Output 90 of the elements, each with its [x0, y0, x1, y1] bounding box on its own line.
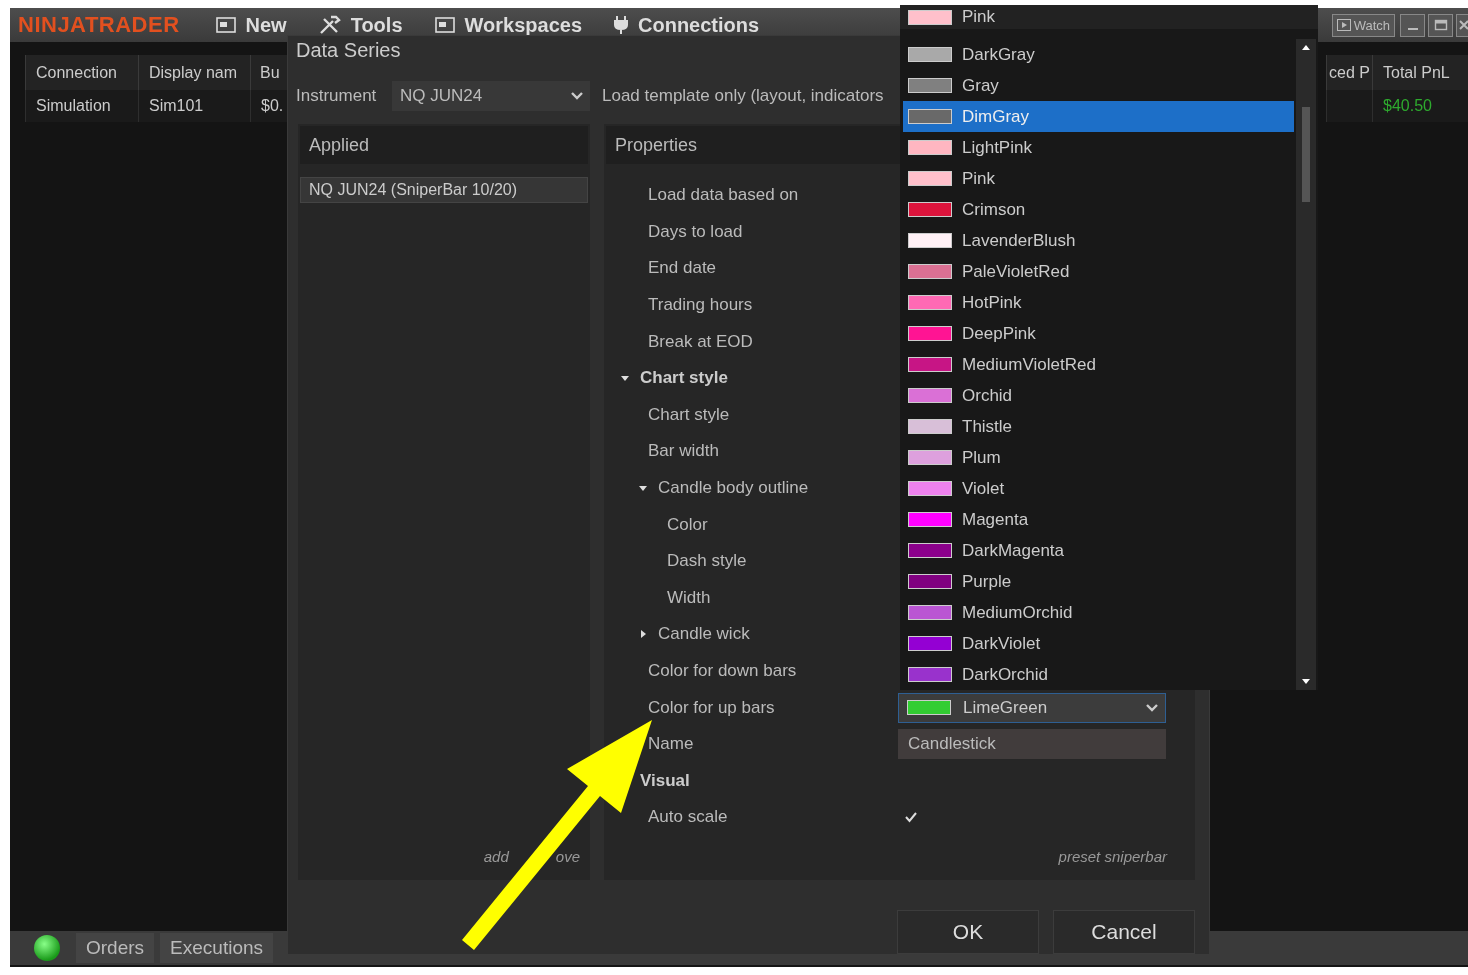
- instrument-label: Instrument: [295, 85, 378, 106]
- scroll-down-icon[interactable]: [1302, 679, 1310, 685]
- color-option[interactable]: DimGray: [903, 101, 1294, 132]
- property-label: Color for up bars: [648, 697, 775, 718]
- column-header[interactable]: Total PnL: [1372, 55, 1468, 90]
- property-label: Bar width: [648, 441, 719, 462]
- chevron-down-icon: [1145, 702, 1159, 713]
- menu-item[interactable]: Connections: [614, 13, 760, 37]
- window-icon: [215, 17, 236, 33]
- bottom-tab[interactable]: Orders: [76, 933, 155, 963]
- table-cell: [1326, 90, 1372, 122]
- column-header[interactable]: ced P: [1326, 55, 1372, 90]
- color-option[interactable]: MediumOrchid: [903, 597, 1294, 628]
- preset-label: preset sniperbar: [1058, 848, 1167, 867]
- plug-icon: [614, 15, 628, 35]
- column-header[interactable]: Connection: [25, 55, 138, 90]
- color-option[interactable]: DarkOrchid: [903, 659, 1294, 690]
- data-series-item[interactable]: NQ JUN24 (SniperBar 10/20): [300, 176, 588, 203]
- color-option[interactable]: Pink: [900, 5, 1318, 29]
- property-label: Break at EOD: [648, 331, 753, 352]
- panel-header: Applied: [300, 125, 588, 164]
- property-label: Candle body outline: [658, 477, 809, 498]
- column-header[interactable]: Bu: [250, 55, 287, 90]
- color-option[interactable]: Gray: [903, 70, 1294, 101]
- cancel-button[interactable]: Cancel: [1053, 910, 1195, 954]
- table-cell: Sim101: [138, 90, 250, 122]
- instrument-dropdown[interactable]: NQ JUN24: [392, 80, 590, 111]
- property-label: Auto scale: [648, 807, 728, 828]
- minimize-button[interactable]: [1400, 13, 1425, 37]
- app-logo: NINJATRADER: [18, 12, 180, 38]
- color-option[interactable]: HotPink: [903, 287, 1294, 318]
- scrollbar[interactable]: [1296, 39, 1316, 690]
- ok-button[interactable]: OK: [897, 910, 1039, 954]
- name-field[interactable]: Candlestick: [898, 729, 1166, 760]
- table-cell: Simulation: [25, 90, 138, 122]
- column-header[interactable]: Display nam: [138, 55, 250, 90]
- color-option[interactable]: Thistle: [903, 411, 1294, 442]
- color-option[interactable]: LavenderBlush: [903, 225, 1294, 256]
- remove-link[interactable]: ove: [555, 848, 580, 874]
- template-option-label: Load template only (layout, indicators: [602, 85, 884, 106]
- status-light-icon: [34, 935, 60, 961]
- property-label: Dash style: [667, 551, 747, 572]
- watch-button[interactable]: Watch: [1331, 13, 1395, 37]
- color-option[interactable]: Purple: [903, 566, 1294, 597]
- property-label: Load data based on: [648, 185, 799, 206]
- color-option[interactable]: MediumVioletRed: [903, 349, 1294, 380]
- scroll-up-icon[interactable]: [1302, 44, 1310, 50]
- property-label: Candle wick: [658, 624, 750, 645]
- color-option[interactable]: Crimson: [903, 194, 1294, 225]
- property-label: Width: [667, 587, 711, 608]
- minimize-icon: [1407, 28, 1418, 30]
- color-option[interactable]: Plum: [903, 442, 1294, 473]
- chevron-down-icon: [570, 90, 584, 101]
- checkbox[interactable]: [904, 810, 918, 825]
- add-link[interactable]: add: [483, 848, 509, 874]
- property-label: End date: [648, 258, 717, 279]
- property-label: Name: [648, 734, 694, 755]
- menu-item[interactable]: New: [215, 13, 287, 37]
- close-icon: [1457, 19, 1468, 31]
- property-label: Trading hours: [648, 295, 753, 315]
- tools-icon: [318, 15, 341, 35]
- maximize-button[interactable]: [1428, 13, 1453, 37]
- color-option[interactable]: DarkViolet: [903, 628, 1294, 659]
- color-option[interactable]: Orchid: [903, 380, 1294, 411]
- color-option[interactable]: Magenta: [903, 504, 1294, 535]
- color-option[interactable]: PaleVioletRed: [903, 256, 1294, 287]
- close-button[interactable]: [1456, 13, 1468, 37]
- property-label: Chart style: [648, 404, 730, 425]
- color-option[interactable]: DarkMagenta: [903, 535, 1294, 566]
- dialog-title: Data Series: [296, 39, 401, 61]
- play-icon: [1336, 19, 1351, 31]
- table-cell: $40.50: [1372, 90, 1468, 122]
- menu-item[interactable]: Workspaces: [434, 13, 582, 37]
- menu-item[interactable]: Tools: [318, 13, 403, 37]
- table-cell: $0.: [250, 90, 287, 122]
- color-option[interactable]: Violet: [903, 473, 1294, 504]
- bottom-tab[interactable]: Executions: [160, 933, 274, 963]
- property-label: Days to load: [648, 221, 743, 242]
- color-option[interactable]: DarkGray: [903, 39, 1294, 70]
- property-label: Visual: [640, 770, 690, 791]
- maximize-icon: [1433, 19, 1448, 31]
- property-label: Chart style: [640, 368, 728, 389]
- collapsed-triangle-icon[interactable]: [638, 629, 648, 640]
- color-dropdown[interactable]: LimeGreen: [898, 692, 1166, 723]
- property-label: Color: [667, 514, 708, 535]
- scrollbar-thumb[interactable]: [1302, 107, 1310, 202]
- property-label: Color for down bars: [648, 660, 797, 681]
- color-option[interactable]: DeepPink: [903, 318, 1294, 349]
- color-option[interactable]: Pink: [903, 163, 1294, 194]
- window-icon: [434, 17, 455, 33]
